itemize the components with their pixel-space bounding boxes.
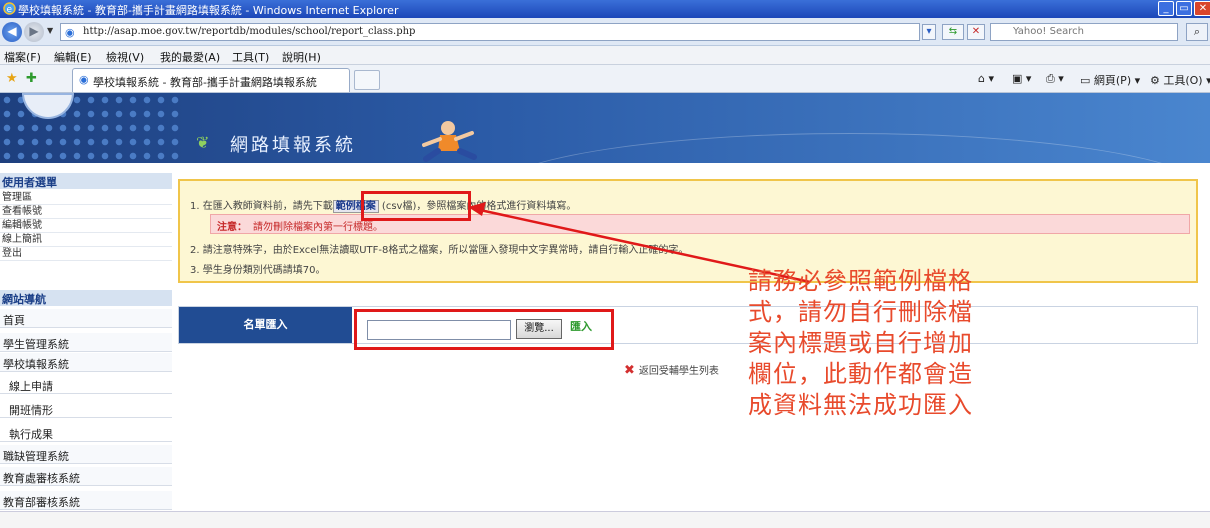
sidebar-item-logout[interactable]: 登出 [0,248,172,261]
menu-view[interactable]: 檢視(V) [106,49,144,65]
window-title-bar: e 學校填報系統 - 教育部-攜手計畫網路填報系統 - Windows Inte… [0,0,1210,18]
feeds-icon[interactable]: ▣ ▾ [1012,72,1031,85]
site-title: 網路填報系統 [230,135,356,156]
instruction-1-prefix: 1. 在匯入教師資料前，請先下載 [190,201,333,212]
print-icon[interactable]: ⎙ ▾ [1046,72,1064,86]
refresh-button[interactable]: ⇆ [942,24,964,40]
site-header-banner: ❦ 網路填報系統 [0,93,1210,163]
sidebar-item-student-mgmt[interactable]: 學生管理系統 [0,333,172,352]
sidebar-item-view-account[interactable]: 查看帳號 [0,206,172,219]
warning-label: 注意： [217,222,247,233]
sidebar-item-admin[interactable]: 管理區 [0,192,172,205]
sidebar: 使用者選單 管理區 查看帳號 編輯帳號 線上簡訊 登出 網站導航 首頁 學生管理… [0,163,172,511]
callout-line-5: 成資料無法成功匯入 [748,391,973,419]
address-toolbar: ◀ ▶ ▼ ◉ http://asap.moe.gov.tw/reportdb/… [0,18,1210,46]
search-input[interactable] [1013,26,1193,37]
address-url[interactable]: http://asap.moe.gov.tw/reportdb/modules/… [83,26,415,37]
page-icon: ◉ [79,73,89,86]
tools-menu-label: 工具(O) [1163,74,1203,87]
sidebar-item-home[interactable]: 首頁 [0,309,172,328]
annotation-callout: 請務必參照範例檔格 式，請勿自行刪除檔 案內標題或自行增加 欄位，此動作都會造 … [748,266,1048,421]
page-menu[interactable]: ▭ 網頁(P) ▾ [1080,72,1140,88]
add-favorite-icon[interactable]: ✚ [26,71,37,86]
back-button[interactable]: ◀ [2,22,22,42]
search-icon[interactable]: ⌕ [1186,23,1208,41]
sidebar-item-edu-office-review[interactable]: 教育處審核系統 [0,467,172,486]
ie-logo-icon: e [3,2,16,15]
new-tab-button[interactable] [354,70,380,90]
maximize-button[interactable]: ▭ [1176,1,1192,16]
sidebar-item-online-apply[interactable]: 線上申請 [0,375,172,394]
warning-box: 注意： 請勿刪除檔案內第一行標題。 [210,214,1190,234]
sidebar-item-moe-review[interactable]: 教育部審核系統 [0,491,172,510]
tab-label: 學校填報系統 - 教育部-攜手計畫網路填報系統 [93,76,317,89]
return-link-label: 返回受輔學生列表 [638,366,719,377]
tab-bar: ★ ✚ ◉ 學校填報系統 - 教育部-攜手計畫網路填報系統 ⌂ ▾ ▣ ▾ ⎙ … [0,65,1210,93]
sprout-icon: ❦ [196,133,210,152]
sidebar-item-class-status[interactable]: 開班情形 [0,399,172,418]
callout-line-2: 式，請勿自行刪除檔 [748,298,973,326]
history-dropdown-icon[interactable]: ▼ [47,26,53,35]
tab-current[interactable]: ◉ 學校填報系統 - 教育部-攜手計畫網路填報系統 [72,68,350,92]
sidebar-item-job-mgmt[interactable]: 職缺管理系統 [0,445,172,464]
header-arc-decoration [490,133,1210,163]
menu-file[interactable]: 檔案(F) [4,49,41,65]
forward-button[interactable]: ▶ [24,22,44,42]
import-highlight [354,309,614,350]
close-x-icon: ✖ [624,363,635,378]
callout-line-4: 欄位，此動作都會造 [748,360,973,388]
callout-line-3: 案內標題或自行增加 [748,329,973,357]
menu-tools[interactable]: 工具(T) [232,49,269,65]
sample-file-highlight [361,191,471,221]
callout-line-1: 請務必參照範例檔格 [748,267,973,295]
sidebar-item-edit-account[interactable]: 編輯帳號 [0,220,172,233]
sidebar-item-school-report[interactable]: 學校填報系統 [0,353,172,372]
sidebar-nav-section-title: 網站導航 [0,290,172,306]
home-icon[interactable]: ⌂ ▾ [978,72,994,85]
page-menu-label: 網頁(P) [1093,74,1132,87]
stop-button[interactable]: ✕ [967,24,985,40]
menu-favorites[interactable]: 我的最愛(A) [160,49,220,65]
window-title: 學校填報系統 - 教育部-攜手計畫網路填報系統 - Windows Intern… [18,4,399,17]
menu-help[interactable]: 說明(H) [282,49,321,65]
sidebar-user-section-title: 使用者選單 [0,173,172,189]
instruction-line-2: 2. 請注意特殊字，由於Excel無法讀取UTF-8格式之檔案，所以當匯入發現中… [190,245,689,256]
return-link[interactable]: ✖ 返回受輔學生列表 [624,362,719,378]
page-icon: ◉ [65,26,75,39]
svg-text:e: e [7,5,13,15]
sidebar-item-results[interactable]: 執行成果 [0,423,172,442]
menu-edit[interactable]: 編輯(E) [54,49,92,65]
sidebar-item-messages[interactable]: 線上簡訊 [0,234,172,247]
close-window-button[interactable]: ✕ [1194,1,1210,16]
address-dropdown-button[interactable]: ▾ [922,24,936,40]
favorites-star-icon[interactable]: ★ [6,71,18,86]
instruction-line-3: 3. 學生身份類別代碼請填70。 [190,265,326,276]
minimize-button[interactable]: _ [1158,1,1174,16]
search-box[interactable] [990,23,1193,41]
menu-bar: 檔案(F) 編輯(E) 檢視(V) 我的最愛(A) 工具(T) 說明(H) [0,46,1210,65]
import-label: 名單匯入 [179,307,352,343]
runner-illustration [422,121,477,162]
tools-menu[interactable]: ⚙ 工具(O) ▾ [1150,72,1210,88]
status-bar [0,511,1210,528]
address-bar[interactable]: ◉ http://asap.moe.gov.tw/reportdb/module… [60,23,920,41]
